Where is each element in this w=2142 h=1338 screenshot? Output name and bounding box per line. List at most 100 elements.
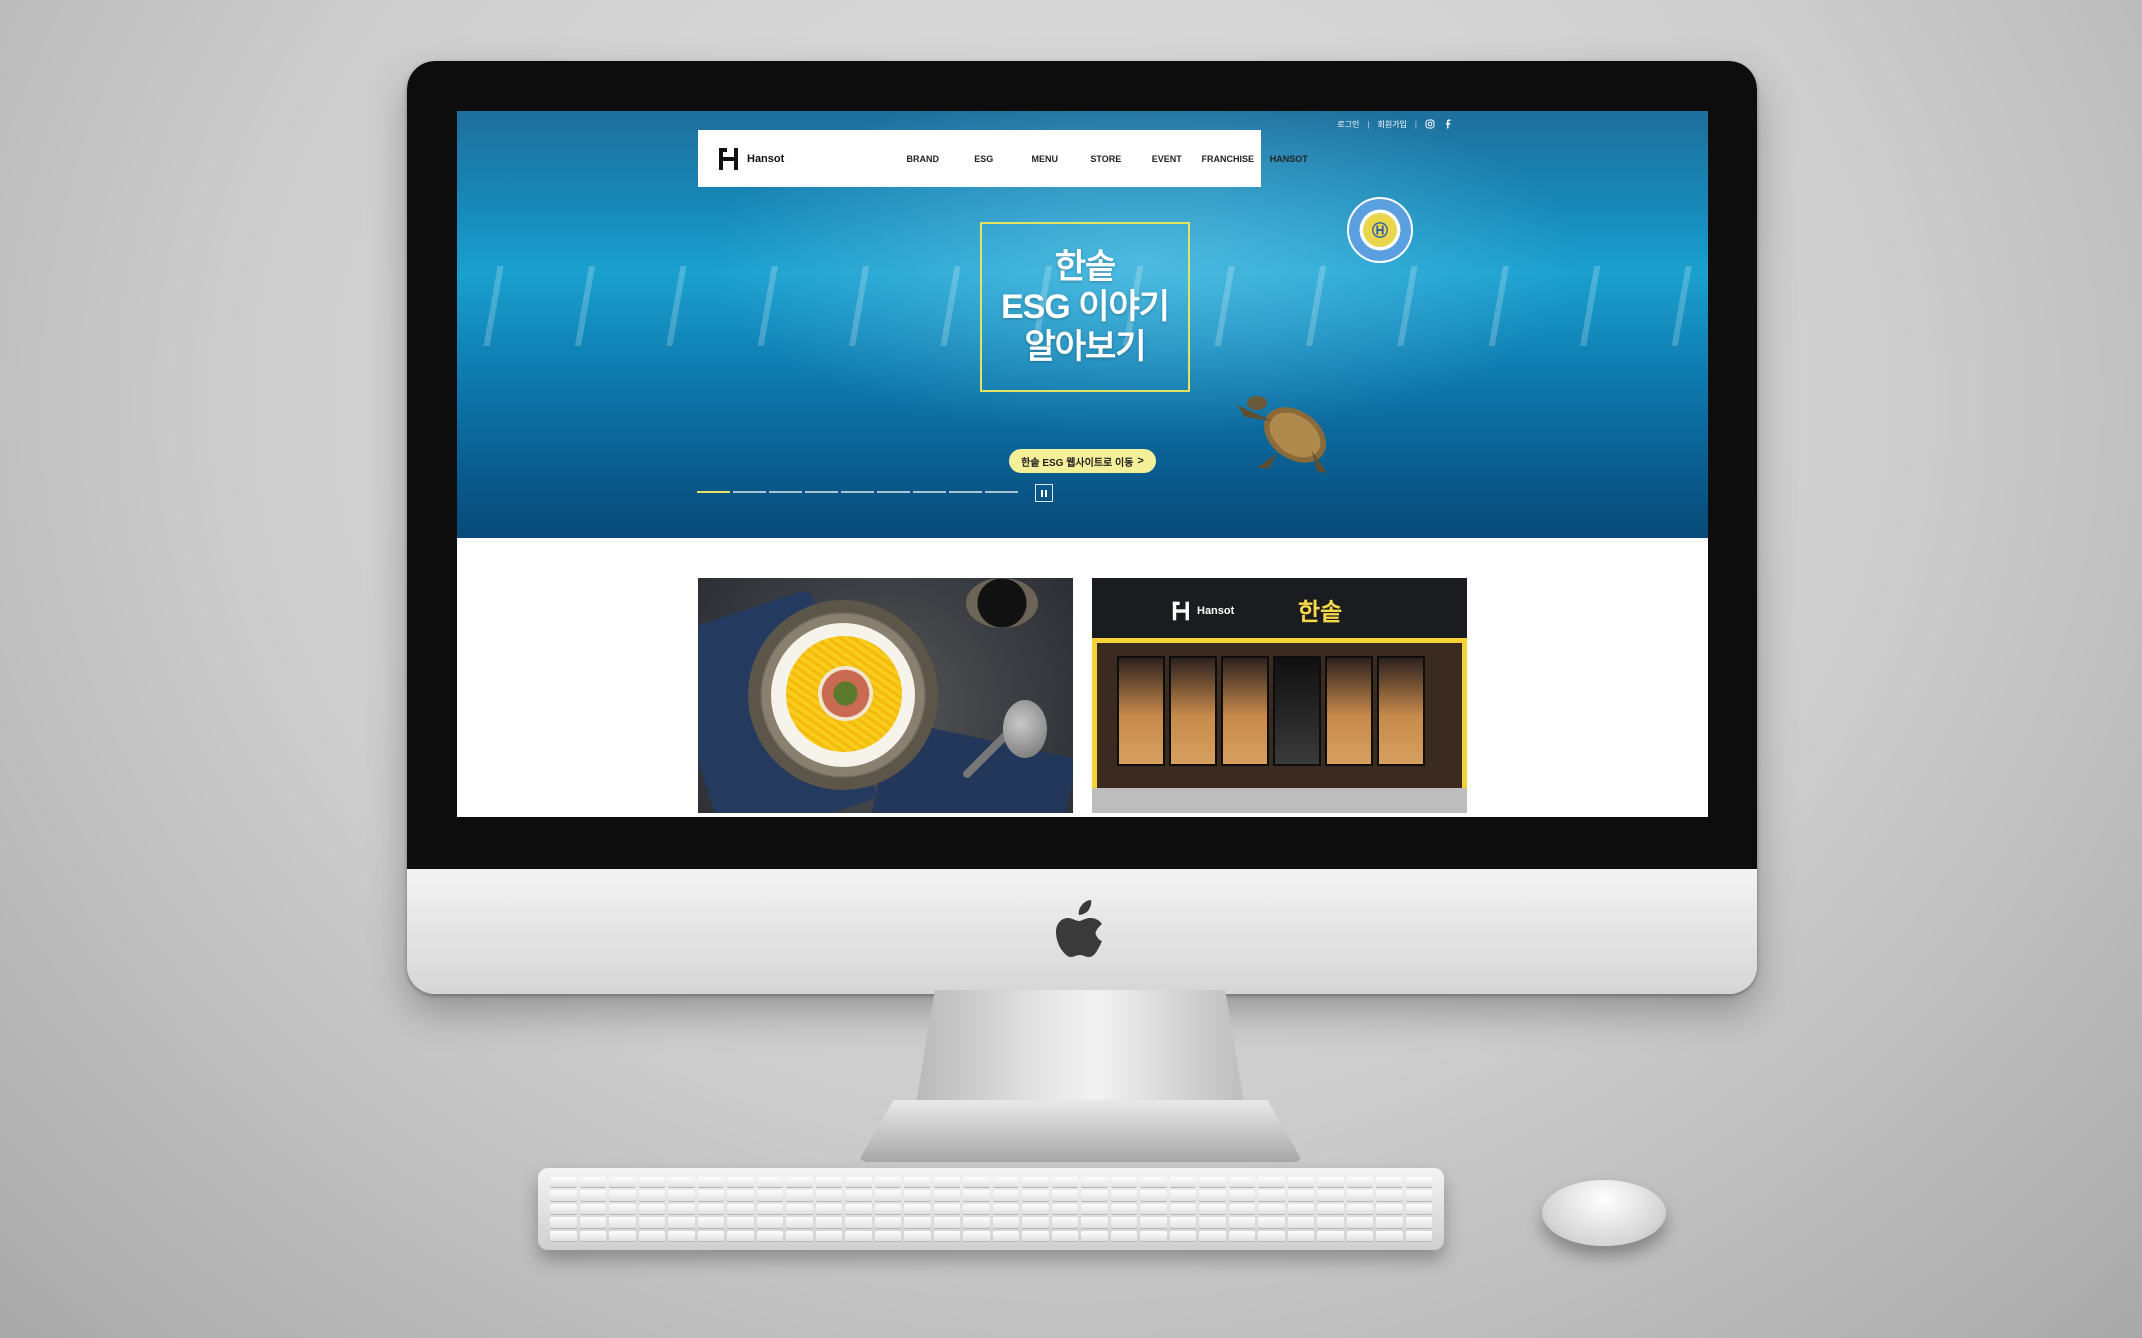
mouse	[1542, 1180, 1666, 1246]
slide-indicator[interactable]	[913, 491, 946, 493]
keyboard-key	[1258, 1203, 1285, 1215]
spoon	[1003, 700, 1047, 758]
esg-website-button[interactable]: 한솥 ESG 웹사이트로 이동 >	[1009, 449, 1156, 473]
keyboard-key	[756, 1177, 783, 1188]
keyboard-key	[1051, 1190, 1078, 1201]
keyboard-key	[1287, 1190, 1314, 1201]
keyboard-key	[1228, 1217, 1255, 1228]
keyboard-key	[638, 1190, 665, 1201]
keyboard-key	[992, 1190, 1019, 1201]
store-logo: Hansot	[1172, 600, 1234, 622]
keyboard-key	[1081, 1177, 1108, 1188]
keyboard-key	[845, 1203, 872, 1215]
store-signboard	[1092, 578, 1467, 638]
keyboard-key	[1346, 1177, 1373, 1188]
esg-headline-box: 한솥 ESG 이야기 알아보기	[980, 222, 1190, 392]
keyboard-key	[609, 1217, 636, 1228]
hero-banner: 로그인 | 회원가입 | Hansot BRAND ESG MENU STORE…	[457, 111, 1708, 538]
keyboard-key	[904, 1190, 931, 1201]
login-link[interactable]: 로그인	[1337, 119, 1359, 130]
slide-indicator[interactable]	[697, 491, 730, 493]
keyboard-key	[638, 1203, 665, 1215]
store-card-image[interactable]: Hansot 한솥	[1092, 578, 1467, 813]
slide-indicator[interactable]	[769, 491, 802, 493]
keyboard-key	[1199, 1217, 1226, 1228]
slide-indicator[interactable]	[949, 491, 982, 493]
keyboard-key	[579, 1203, 606, 1215]
monitor-stand-foot	[858, 1100, 1303, 1162]
pause-button[interactable]	[1035, 484, 1053, 502]
slide-indicator[interactable]	[733, 491, 766, 493]
keyboard-key	[963, 1190, 990, 1201]
keyboard-key	[1258, 1177, 1285, 1188]
keyboard-key	[1405, 1190, 1432, 1201]
keyboard-key	[1081, 1203, 1108, 1215]
nav-item-store[interactable]: STORE	[1075, 154, 1136, 164]
keyboard-key	[1376, 1217, 1403, 1228]
keyboard-key	[992, 1230, 1019, 1241]
keyboard-key	[550, 1177, 577, 1188]
keyboard-key	[668, 1177, 695, 1188]
slide-indicator[interactable]	[805, 491, 838, 493]
logo-text: Hansot	[747, 152, 785, 165]
keyboard-key	[963, 1203, 990, 1215]
menu-card-image[interactable]	[698, 578, 1073, 813]
keyboard-key	[845, 1190, 872, 1201]
keyboard-key	[1228, 1230, 1255, 1241]
keyboard-key	[638, 1217, 665, 1228]
slide-indicator[interactable]	[841, 491, 874, 493]
keyboard-key	[1376, 1190, 1403, 1201]
keyboard-key	[992, 1203, 1019, 1215]
keyboard-key	[992, 1217, 1019, 1228]
hansot-logo[interactable]: Hansot	[718, 146, 784, 172]
keyboard-key	[697, 1230, 724, 1241]
store-window	[1325, 656, 1373, 766]
nav-item-franchise[interactable]: FRANCHISE	[1197, 154, 1258, 164]
facebook-icon[interactable]	[1443, 119, 1453, 129]
esg-emblem	[1347, 197, 1413, 263]
keyboard-key	[668, 1203, 695, 1215]
keyboard-key	[1140, 1217, 1167, 1228]
globe-icon	[1372, 222, 1388, 238]
keyboard-key	[963, 1177, 990, 1188]
signup-link[interactable]: 회원가입	[1377, 119, 1406, 130]
nav-item-esg[interactable]: ESG	[953, 154, 1014, 164]
keyboard-key	[1287, 1177, 1314, 1188]
keyboard-key	[1317, 1217, 1344, 1228]
keyboard-key	[1199, 1230, 1226, 1241]
pause-icon	[1041, 489, 1043, 497]
keyboard-key	[1022, 1177, 1049, 1188]
keyboard-key	[933, 1203, 960, 1215]
keyboard-key	[727, 1230, 754, 1241]
keyboard-key	[963, 1217, 990, 1228]
keyboard-key	[1317, 1230, 1344, 1241]
nav-item-brand[interactable]: BRAND	[892, 154, 953, 164]
instagram-icon[interactable]	[1425, 119, 1435, 129]
store-logo-text: Hansot	[1197, 605, 1235, 617]
nav-item-event[interactable]: EVENT	[1136, 154, 1197, 164]
nav-item-menu[interactable]: MENU	[1014, 154, 1075, 164]
keyboard-key	[1110, 1203, 1137, 1215]
nav-item-hansot[interactable]: HANSOT	[1258, 154, 1319, 164]
keyboard-key	[1169, 1177, 1196, 1188]
store-window	[1377, 656, 1425, 766]
keyboard-key	[904, 1203, 931, 1215]
keyboard-key	[727, 1177, 754, 1188]
keyboard-key	[579, 1177, 606, 1188]
keyboard-key	[1081, 1230, 1108, 1241]
keyboard-key	[933, 1217, 960, 1228]
slide-indicator[interactable]	[877, 491, 910, 493]
keyboard-key	[933, 1230, 960, 1241]
main-navigation: Hansot BRAND ESG MENU STORE EVENT FRANCH…	[698, 130, 1308, 187]
hansot-logo-mark-icon	[1172, 601, 1189, 621]
keyboard-key	[1081, 1217, 1108, 1228]
keyboard-key	[874, 1177, 901, 1188]
slide-indicator[interactable]	[985, 491, 1018, 493]
keyboard-key	[609, 1177, 636, 1188]
meat-topping	[818, 666, 873, 721]
soy-sauce-dish	[966, 578, 1038, 628]
keyboard-key	[1258, 1230, 1285, 1241]
keyboard-key	[874, 1217, 901, 1228]
keyboard-key	[1169, 1190, 1196, 1201]
keyboard-key	[815, 1177, 842, 1188]
